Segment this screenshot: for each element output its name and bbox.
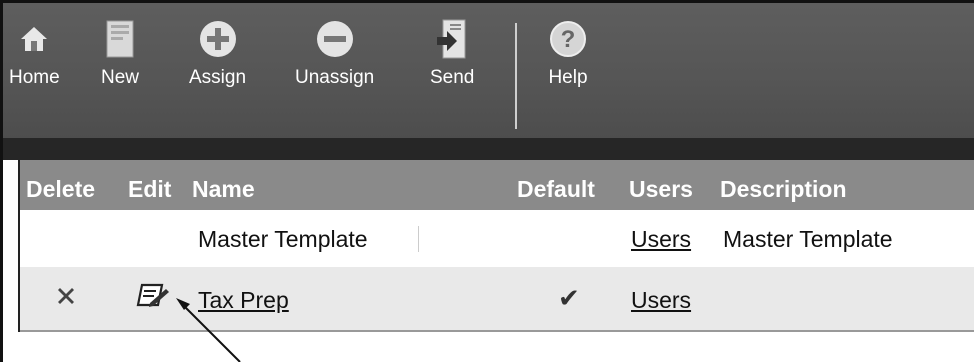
send-label: Send xyxy=(430,67,475,88)
row-name: Master Template xyxy=(198,226,368,252)
arrow-pointer xyxy=(176,298,241,362)
send-button[interactable]: Send xyxy=(430,17,474,89)
delete-x-icon[interactable] xyxy=(54,284,78,314)
col-description[interactable]: Description xyxy=(720,176,847,203)
minus-circle-icon xyxy=(315,17,355,61)
col-name[interactable]: Name xyxy=(192,176,255,203)
checkmark-icon: ✔ xyxy=(558,283,580,313)
row-description: Master Template xyxy=(723,226,893,252)
users-link[interactable]: Users xyxy=(631,287,691,314)
assign-button[interactable]: Assign xyxy=(189,17,246,89)
home-button[interactable]: Home xyxy=(9,17,60,89)
unassign-label: Unassign xyxy=(295,67,375,88)
svg-text:?: ? xyxy=(561,26,576,53)
new-label: New xyxy=(101,67,140,88)
plus-circle-icon xyxy=(198,17,238,61)
col-edit[interactable]: Edit xyxy=(128,176,171,203)
users-link[interactable]: Users xyxy=(631,226,691,253)
toolbar: Home New Assign Unassign Send ? Help xyxy=(3,3,974,138)
col-default[interactable]: Default xyxy=(517,176,595,203)
new-button[interactable]: New xyxy=(101,17,139,89)
col-users[interactable]: Users xyxy=(629,176,693,203)
table-header: Delete Edit Name Default Users Descripti… xyxy=(20,160,974,210)
toolbar-separator xyxy=(515,23,517,129)
help-label: Help xyxy=(548,67,588,88)
col-delete[interactable]: Delete xyxy=(26,176,95,203)
assign-label: Assign xyxy=(189,67,247,88)
cell-divider xyxy=(418,226,419,252)
home-icon xyxy=(19,17,49,61)
send-icon xyxy=(437,17,467,61)
home-label: Home xyxy=(9,67,60,88)
help-button[interactable]: ? Help xyxy=(548,17,588,89)
unassign-button[interactable]: Unassign xyxy=(295,17,374,89)
new-document-icon xyxy=(106,17,134,61)
table-row: Master Template Users Master Template xyxy=(20,210,974,269)
help-icon: ? xyxy=(548,17,588,61)
toolbar-bottom-band xyxy=(3,138,974,160)
